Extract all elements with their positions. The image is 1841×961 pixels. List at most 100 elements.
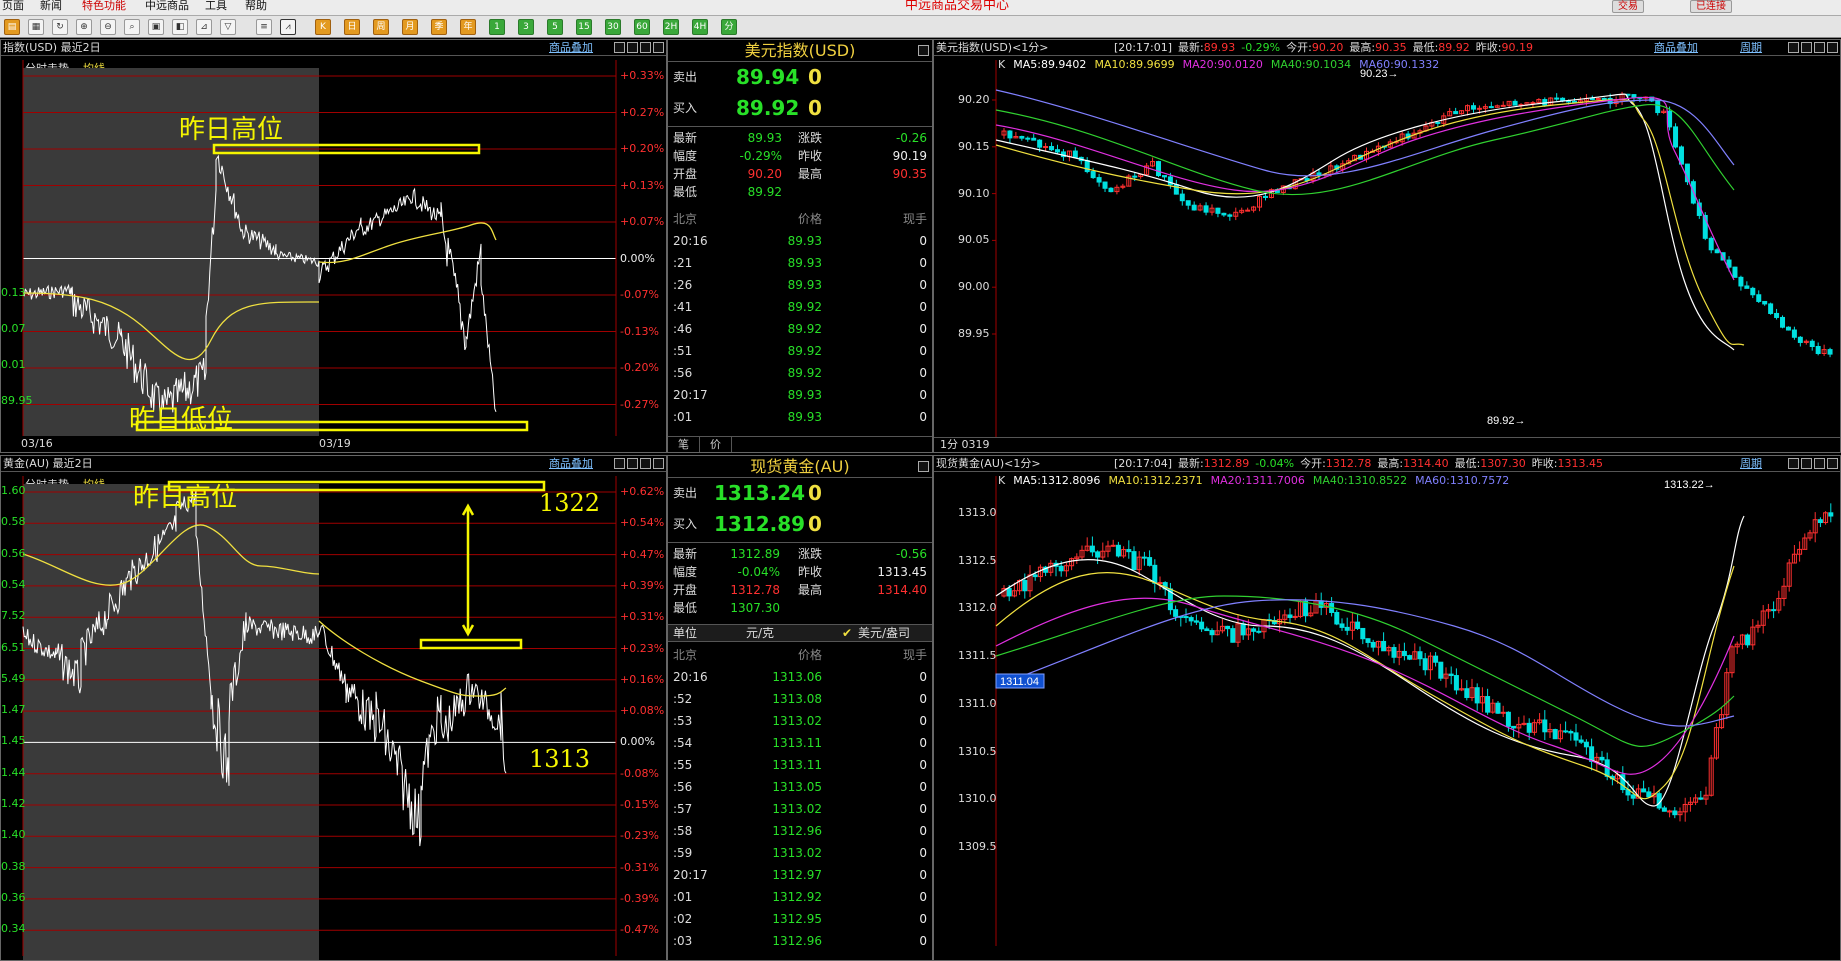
gold-y-tick-left: 0.38 — [1, 859, 26, 873]
period-button-1[interactable]: 1 — [489, 19, 505, 35]
indicator-icon[interactable]: ⊿ — [196, 19, 212, 35]
tick-price: 1312.96 — [772, 824, 822, 838]
tick-volume: 0 — [919, 410, 927, 424]
period-button-week[interactable]: 周 — [373, 19, 389, 35]
zoom-out-icon[interactable]: ⊖ — [100, 19, 116, 35]
gold-buy-row: 买入 1312.89 0 — [668, 513, 932, 543]
tab-prices[interactable]: 价 — [700, 437, 732, 452]
chart-icon[interactable]: ◧ — [172, 19, 188, 35]
usd-k-footer-date: 0319 — [961, 438, 990, 451]
gold-candle-down — [1641, 788, 1647, 793]
menu-goods[interactable]: 中远商品 — [145, 0, 189, 12]
gold-candle-down — [1578, 739, 1584, 743]
tick-price: 1313.11 — [772, 736, 822, 750]
connection-button[interactable]: 已连接 — [1690, 0, 1732, 13]
usd-y-tick-right: +0.27% — [620, 105, 665, 119]
tick-time: :58 — [673, 824, 693, 838]
usd-quote-title: 美元指数(USD) — [744, 41, 856, 60]
usd-candle-up — [1245, 209, 1251, 212]
tick-header-time: 北京 — [673, 648, 698, 662]
period-button-30[interactable]: 30 — [605, 19, 621, 35]
unit-usd-oz[interactable]: 美元/盎司 — [858, 625, 910, 642]
tick-header-price: 价格 — [797, 648, 822, 662]
zoom-in-icon[interactable]: ⊕ — [76, 19, 92, 35]
usd-candle-down — [1132, 175, 1138, 178]
gold-candle-down — [1287, 614, 1293, 618]
usd-k-y-tick: 90.05 — [958, 233, 990, 247]
usd-y-tick-right: +0.33% — [620, 69, 665, 82]
usd-k-y-tick: 90.15 — [958, 139, 990, 153]
period-button-15[interactable]: 15 — [576, 19, 592, 35]
tick-volume: 0 — [919, 692, 927, 706]
tick-header-volume: 现手 — [902, 212, 927, 226]
gold-candle-down — [1370, 641, 1376, 648]
list-icon[interactable]: ≡ — [256, 19, 272, 35]
zoom-fit-icon[interactable]: ⌕ — [124, 19, 140, 35]
period-button-day[interactable]: 日 — [344, 19, 360, 35]
gold-kline-chart: 1313.22→ 1311.04 — [992, 476, 1834, 946]
menu-help[interactable]: 帮助 — [245, 0, 267, 12]
gold-level-1313: 1313 — [529, 745, 591, 773]
period-button-3[interactable]: 3 — [518, 19, 534, 35]
usd-y-tick-right: -0.13% — [620, 324, 659, 338]
gold-y-tick-right: -0.23% — [620, 829, 659, 843]
menu-tools[interactable]: 工具 — [205, 0, 227, 12]
sell-volume: 0 — [808, 481, 822, 505]
news-icon[interactable]: ▦ — [28, 19, 44, 35]
usd-y-tick-right: -0.07% — [620, 288, 659, 301]
period-button-year[interactable]: 年 — [460, 19, 476, 35]
menu-features[interactable]: 特色功能 — [82, 0, 126, 12]
kline-icon[interactable]: ⩘ — [280, 19, 296, 35]
gold-stat-label: 幅度 — [673, 565, 698, 579]
gold-tick-row: :53 1313.02 0 — [668, 710, 932, 732]
gold-y-tick-right: -0.15% — [620, 798, 659, 811]
usd-candle-up — [1500, 104, 1506, 107]
period-button-season[interactable]: 季 — [431, 19, 447, 35]
period-button-5[interactable]: 5 — [547, 19, 563, 35]
menu-page[interactable]: 页面 — [2, 0, 24, 12]
period-button-min[interactable]: 分 — [721, 19, 737, 35]
usd-k-y-tick: 90.10 — [958, 186, 990, 200]
period-button-4h[interactable]: 4H — [692, 19, 708, 35]
tick-price: 1313.02 — [772, 802, 822, 816]
gold-candle-down — [1438, 661, 1444, 679]
refresh-icon[interactable]: ↻ — [52, 19, 68, 35]
window-icon[interactable]: ▣ — [148, 19, 164, 35]
usd-candle-down — [1203, 205, 1209, 213]
unit-cny-gram[interactable]: 元/克 — [746, 625, 774, 642]
tick-price: 1312.92 — [772, 890, 822, 904]
usd-y-tick-right: +0.13% — [620, 178, 665, 192]
maximize-icon[interactable] — [918, 45, 929, 56]
tick-time: :54 — [673, 736, 693, 750]
filter-icon[interactable]: ▽ — [220, 19, 236, 35]
maximize-icon[interactable] — [918, 461, 929, 472]
usd-y-tick-left: 0.07 — [1, 322, 26, 335]
trade-button[interactable]: 交易 — [1612, 0, 1644, 13]
gold-y-tick-right: -0.31% — [620, 860, 659, 874]
gold-tick-row: 20:16 1313.06 0 — [668, 666, 932, 688]
gold-y-tick-left: 0.58 — [1, 515, 26, 529]
gold-candle-down — [1453, 675, 1459, 691]
usd-candle-down — [1084, 160, 1090, 173]
tick-volume: 0 — [919, 890, 927, 904]
period-button-k[interactable]: K — [315, 19, 331, 35]
period-button-2h[interactable]: 2H — [663, 19, 679, 35]
tab-trades[interactable]: 笔 — [668, 437, 700, 452]
usd-candle-down — [1780, 316, 1786, 328]
period-button-month[interactable]: 月 — [402, 19, 418, 35]
gold-k-y-tick: 1311.5 — [958, 649, 997, 663]
usd-candle-down — [1744, 285, 1750, 289]
gold-stat-label: 涨跌 — [798, 547, 823, 561]
usd-tick-tabs: 笔价 — [668, 436, 932, 452]
buy-volume: 0 — [808, 96, 822, 120]
usd-candle-down — [1173, 184, 1179, 195]
usd-candle-down — [1797, 336, 1803, 343]
home-icon[interactable]: ▤ — [4, 19, 20, 35]
menu-news[interactable]: 新闻 — [40, 0, 62, 12]
usd-candle-down — [1007, 130, 1013, 139]
period-button-60[interactable]: 60 — [634, 19, 650, 35]
gold-candle-down — [1115, 544, 1121, 557]
gold-candle-down — [1485, 696, 1491, 713]
usd-kline-panel: 美元指数(USD)<1分> [20:17:01] 最新:89.93 -0.29% 今开… — [933, 39, 1841, 453]
gold-annotation-high: 昨日高位 — [133, 483, 238, 513]
